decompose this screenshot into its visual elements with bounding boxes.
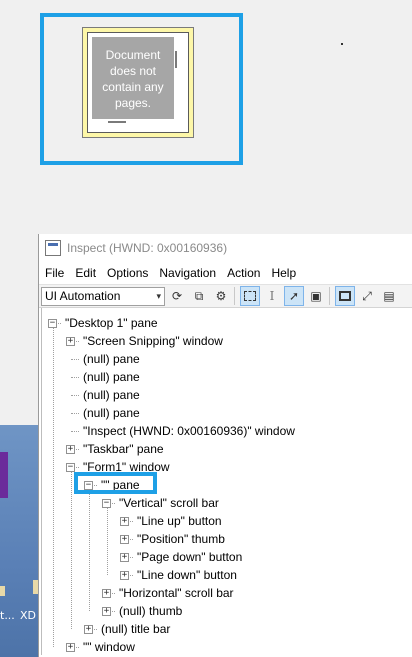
menu-help[interactable]: Help <box>271 266 296 280</box>
tree-guide <box>53 328 54 647</box>
tree-item[interactable]: (null) title bar <box>101 620 170 638</box>
window-title: Inspect (HWND: 0x00160936) <box>67 241 228 255</box>
toolbar-separator <box>234 287 235 305</box>
tree-item[interactable]: "" pane <box>101 476 140 494</box>
expand-icon[interactable]: + <box>66 643 75 652</box>
desktop-app-tile <box>0 452 8 498</box>
tree-item[interactable]: "Screen Snipping" window <box>83 332 223 350</box>
empty-document-message: Document does not contain any pages. <box>92 37 174 119</box>
expand-icon[interactable]: + <box>102 589 111 598</box>
vertical-scrollbar-thumb[interactable] <box>175 51 177 68</box>
expand-icon[interactable]: + <box>66 445 75 454</box>
expand-icon[interactable]: + <box>120 535 129 544</box>
collapse-icon[interactable]: − <box>66 463 75 472</box>
desktop-icon-label: t... <box>0 609 15 622</box>
tree-item[interactable]: "Horizontal" scroll bar <box>119 584 234 602</box>
caret-icon[interactable]: I <box>262 286 282 306</box>
tree-item[interactable]: "Line down" button <box>137 566 237 584</box>
tree-item[interactable]: "" window <box>83 638 135 655</box>
tree-connector <box>71 395 79 396</box>
tree-connector <box>71 413 79 414</box>
tree-connector <box>71 377 79 378</box>
document-viewer-control[interactable]: Document does not contain any pages. <box>82 27 194 138</box>
tree-item[interactable]: (null) pane <box>83 350 140 368</box>
mode-combo[interactable]: UI Automation ▾ <box>41 286 165 306</box>
collapse-icon[interactable]: − <box>84 481 93 490</box>
tree-connector <box>71 359 79 360</box>
tree-item[interactable]: "Desktop 1" pane <box>65 314 158 332</box>
expand-icon[interactable]: + <box>84 625 93 634</box>
tree-guide <box>107 508 108 575</box>
desktop-icon-label: XD <box>20 609 37 622</box>
viewer-frame: Document does not contain any pages. <box>87 32 189 133</box>
title-bar[interactable]: Inspect (HWND: 0x00160936) <box>39 234 412 262</box>
expand-icon[interactable]: + <box>120 571 129 580</box>
menu-bar: File Edit Options Navigation Action Help <box>39 262 412 284</box>
pointer-icon[interactable]: ➚ <box>284 286 304 306</box>
tree-connector <box>71 431 79 432</box>
tree-item[interactable]: "Vertical" scroll bar <box>119 494 219 512</box>
tree-item[interactable]: (null) thumb <box>119 602 182 620</box>
highlight-icon[interactable]: ▣ <box>306 286 326 306</box>
expand-icon[interactable]: + <box>120 517 129 526</box>
tree-guide <box>89 490 90 611</box>
tree-item[interactable]: "Line up" button <box>137 512 222 530</box>
tree-item[interactable]: "Taskbar" pane <box>83 440 164 458</box>
tree-item[interactable]: "Page down" button <box>137 548 242 566</box>
expand-icon[interactable]: + <box>102 607 111 616</box>
expand-icon[interactable]: ⤢ <box>357 286 377 306</box>
expand-icon[interactable]: + <box>66 337 75 346</box>
menu-action[interactable]: Action <box>227 266 260 280</box>
mode-combo-value: UI Automation <box>45 289 121 303</box>
rectangle-icon[interactable] <box>335 286 355 306</box>
toolbar: UI Automation ▾ ⟳ ⧉ ⚙ I ➚ ▣ ⤢ ▤ <box>39 284 412 308</box>
toolbar-separator <box>329 287 330 305</box>
refresh-icon[interactable]: ⟳ <box>167 286 187 306</box>
screen-speck <box>341 43 343 45</box>
tree-item[interactable]: "Position" thumb <box>137 530 225 548</box>
settings-icon[interactable]: ⚙ <box>211 286 231 306</box>
tree-item[interactable]: (null) pane <box>83 368 140 386</box>
tree-guide <box>71 472 72 629</box>
menu-navigation[interactable]: Navigation <box>159 266 216 280</box>
collapse-icon[interactable]: − <box>102 499 111 508</box>
tree-item[interactable]: (null) pane <box>83 386 140 404</box>
tree-item[interactable]: (null) pane <box>83 404 140 422</box>
collapse-icon[interactable]: − <box>48 319 57 328</box>
tree-item[interactable]: "Inspect (HWND: 0x00160936)" window <box>83 422 295 440</box>
horizontal-scrollbar-thumb[interactable] <box>108 121 126 123</box>
chevron-down-icon: ▾ <box>156 290 161 301</box>
menu-file[interactable]: File <box>45 266 64 280</box>
keyboard-icon[interactable]: ▤ <box>379 286 399 306</box>
desktop-icon[interactable] <box>0 586 5 596</box>
element-tree[interactable]: − "Desktop 1" pane + "Screen Snipping" wind… <box>39 308 412 655</box>
tree-item[interactable]: "Form1" window <box>83 458 170 476</box>
expand-icon[interactable]: + <box>120 553 129 562</box>
copy-icon[interactable]: ⧉ <box>189 286 209 306</box>
inspect-app-icon <box>45 240 61 256</box>
menu-options[interactable]: Options <box>107 266 148 280</box>
menu-edit[interactable]: Edit <box>75 266 96 280</box>
inspect-window[interactable]: Inspect (HWND: 0x00160936) File Edit Opt… <box>38 234 412 657</box>
watch-focus-icon[interactable] <box>240 286 260 306</box>
